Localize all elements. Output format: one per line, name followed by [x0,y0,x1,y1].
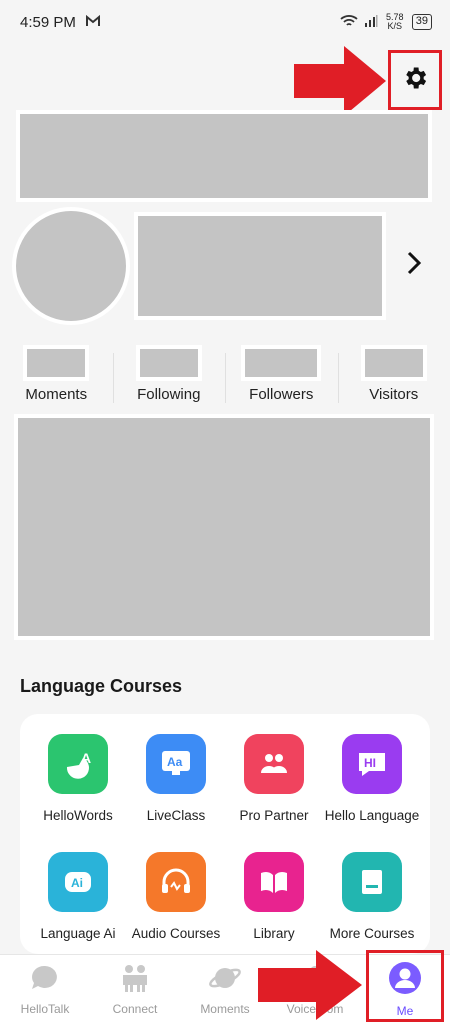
chevron-right-icon[interactable] [400,246,428,280]
stat-visitors[interactable]: Visitors [337,345,450,409]
stat-label: Visitors [369,386,419,403]
hello-language-icon: HI [342,734,402,794]
nav-item-connect[interactable]: Connect [90,955,180,1024]
annotation-arrow-me [258,950,362,1020]
course-label: HelloWords [43,808,113,823]
course-language-ai[interactable]: Ai Language Ai [26,852,130,941]
redacted-stat-value [241,345,322,381]
annotation-highlight-me [366,950,444,1022]
gear-icon [401,64,429,97]
stat-label: Moments [25,386,88,403]
course-label: LiveClass [146,808,206,823]
svg-text:A: A [81,750,91,766]
audio-courses-icon [146,852,206,912]
network-speed: 5.78 K/S [385,12,404,31]
svg-text:Aa: Aa [167,755,183,769]
svg-text:HI: HI [364,756,376,770]
course-more-courses[interactable]: More Courses [320,852,424,941]
redacted-content-block [14,414,434,640]
course-label: Library [253,926,295,941]
avatar[interactable] [12,207,130,325]
planet-icon [208,963,242,998]
language-ai-icon: Ai [48,852,108,912]
annotation-arrow-settings [294,46,386,116]
stat-following[interactable]: Following [112,345,226,409]
status-bar: 4:59 PM 5.78 K/S 39 [0,0,450,44]
people-icon [118,963,152,998]
stat-label: Followers [249,386,314,403]
redacted-profile-info[interactable] [134,212,386,320]
more-courses-icon [342,852,402,912]
stat-moments[interactable]: Moments [0,345,113,409]
wifi-icon [340,14,358,30]
course-hellowords[interactable]: A HelloWords [26,734,130,823]
course-pro-partner[interactable]: Pro Partner [222,734,326,823]
language-courses-card: A HelloWords Aa LiveClass Pro Partner HI… [20,714,430,954]
profile-stats: Moments Following Followers Visitors [0,345,450,409]
course-label: Pro Partner [239,808,309,823]
chat-bubble-icon [29,963,61,998]
hellowords-icon: A [48,734,108,794]
redacted-banner [16,110,432,202]
course-label: Language Ai [40,926,116,941]
liveclass-icon: Aa [146,734,206,794]
nav-label: Moments [200,1002,250,1016]
redacted-stat-value [360,345,427,381]
course-liveclass[interactable]: Aa LiveClass [124,734,228,823]
svg-text:Ai: Ai [71,876,83,890]
stat-followers[interactable]: Followers [225,345,338,409]
course-hello-language[interactable]: HI Hello Language [320,734,424,823]
nav-label: Connect [112,1002,158,1016]
gmail-icon [85,14,100,31]
nav-label: HelloTalk [20,1002,70,1016]
signal-icon [364,14,378,30]
course-label: More Courses [329,926,415,941]
section-title-language-courses: Language Courses [20,676,183,696]
redacted-stat-value [23,345,90,381]
battery-indicator: 39 [411,14,432,30]
redacted-stat-value [135,345,202,381]
course-library[interactable]: Library [222,852,326,941]
course-label: Audio Courses [131,926,221,941]
nav-item-hellotalk[interactable]: HelloTalk [0,955,90,1024]
stat-label: Following [137,386,201,403]
library-icon [244,852,304,912]
settings-button[interactable] [388,50,442,110]
pro-partner-icon [244,734,304,794]
course-audio-courses[interactable]: Audio Courses [124,852,228,941]
status-time: 4:59 PM [20,13,76,31]
nav-item-moments[interactable]: Moments [180,955,270,1024]
course-label: Hello Language [324,808,420,823]
